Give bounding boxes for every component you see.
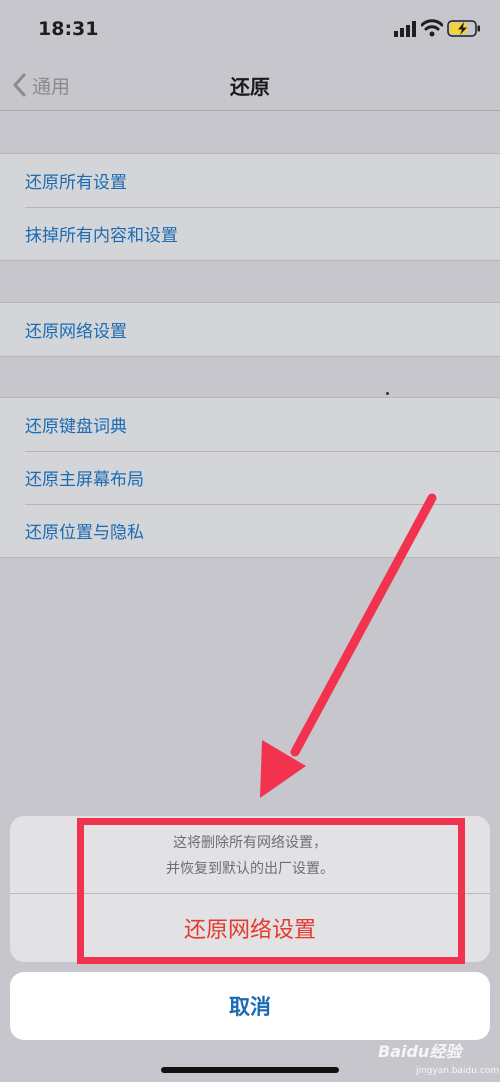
wifi-icon (421, 19, 443, 37)
nav-divider (0, 110, 500, 111)
reset-location-privacy[interactable]: 还原位置与隐私 (0, 504, 500, 557)
watermark-url: jingyan.baidu.com (416, 1066, 500, 1076)
stray-dot (386, 392, 389, 395)
highlight-box (77, 818, 465, 964)
cellular-signal-icon (394, 21, 416, 37)
page-title: 还原 (230, 75, 270, 99)
baidu-jingyan-watermark: Baidu经验 (378, 1042, 462, 1061)
settings-group-2: 还原网络设置 (0, 302, 500, 357)
settings-group-1: 还原所有设置 抹掉所有内容和设置 (0, 153, 500, 261)
home-indicator (161, 1067, 339, 1073)
reset-network-settings[interactable]: 还原网络设置 (0, 303, 500, 356)
settings-group-3: 还原键盘词典 还原主屏幕布局 还原位置与隐私 (0, 397, 500, 558)
erase-all-content-and-settings[interactable]: 抹掉所有内容和设置 (0, 207, 500, 260)
reset-home-screen-layout[interactable]: 还原主屏幕布局 (0, 451, 500, 504)
status-time: 18:31 (38, 18, 99, 40)
cancel-button[interactable]: 取消 (10, 972, 490, 1040)
battery-charging-icon (447, 20, 480, 37)
reset-keyboard-dictionary[interactable]: 还原键盘词典 (0, 398, 500, 451)
reset-all-settings[interactable]: 还原所有设置 (0, 154, 500, 207)
